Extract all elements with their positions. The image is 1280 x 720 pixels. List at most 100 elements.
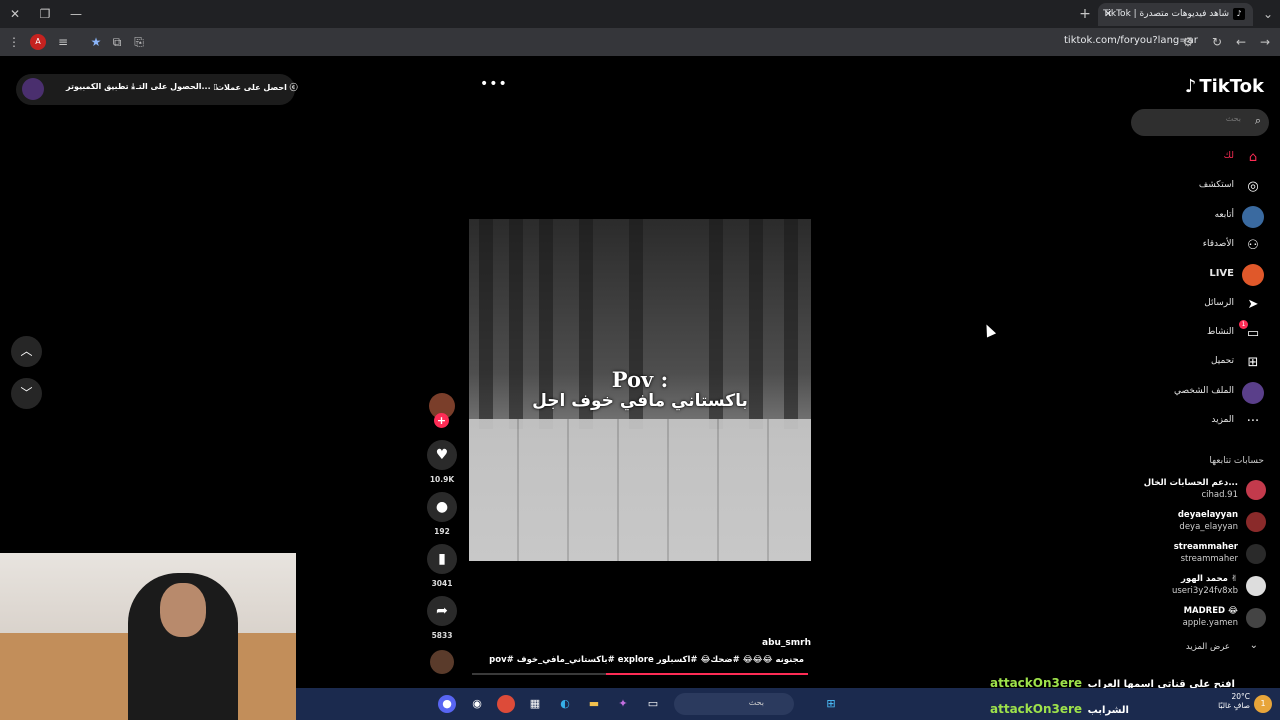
next-video-button[interactable]: ﹀ (11, 378, 42, 409)
messages-icon: ➤ (1247, 297, 1259, 312)
share-button[interactable]: ➦ 5833 (426, 596, 458, 640)
account-name: deyaelayyan (1177, 510, 1238, 520)
get-coins-button[interactable]: احصل على عملات ⓒ (216, 82, 298, 93)
chat-text: الشرابب (1087, 705, 1129, 716)
nav-label: النشاط (1206, 327, 1234, 337)
reload-icon[interactable]: ↻ (1208, 33, 1226, 51)
taskview-icon[interactable]: ▭ (644, 695, 662, 713)
home-icon: ⌂ (1248, 150, 1258, 165)
store-icon[interactable]: ▦ (526, 695, 544, 713)
close-window-icon[interactable]: ✕ (5, 4, 25, 24)
tab-search-icon[interactable]: ⌄ (1258, 4, 1278, 24)
site-settings-icon[interactable]: ⚙ (1179, 33, 1197, 51)
weather-condition: صافٍ غالبًا (1218, 701, 1250, 710)
search-input[interactable] (1141, 114, 1241, 123)
followed-account[interactable]: محمد الهور ✌ useri3y24fv8xb (1126, 572, 1266, 602)
nav-label: أتابعه (1214, 210, 1234, 220)
restore-window-icon[interactable]: ❐ (35, 4, 55, 24)
translate-icon[interactable]: ⧉ (108, 33, 126, 51)
nav-messages[interactable]: الرسائل ➤ (1124, 293, 1264, 317)
edge-icon[interactable]: ◐ (556, 695, 574, 713)
comment-icon: ● (427, 492, 457, 522)
new-tab-icon[interactable]: + (1075, 4, 1095, 24)
video-caption-subtitle: باكستاني مافي خوف اجل (532, 391, 748, 411)
address-bar[interactable]: tiktok.com/foryou?lang=ar (1064, 35, 1198, 46)
video-frame-floor (469, 419, 811, 561)
nav-live[interactable]: LIVE (1124, 263, 1264, 287)
back-icon[interactable]: ← (1232, 33, 1250, 51)
avatar (1246, 608, 1266, 628)
nav-more[interactable]: المزيد ··· (1124, 410, 1264, 434)
search-icon[interactable]: ⌕ (1255, 114, 1261, 128)
video-player[interactable]: Pov : باكستاني مافي خوف اجل (469, 219, 811, 561)
nav-label: الأصدقاء (1202, 239, 1234, 249)
nav-for-you[interactable]: لك ⌂ (1124, 146, 1264, 170)
nav-activity[interactable]: النشاط ▭ 1 (1124, 320, 1264, 346)
minimize-window-icon[interactable]: — (66, 4, 86, 24)
like-count: 10.9K (429, 475, 455, 484)
comment-button[interactable]: ● 192 (426, 492, 458, 536)
save-button[interactable]: ▮ 3041 (426, 544, 458, 588)
followed-account[interactable]: streammaher streammaher (1126, 540, 1266, 570)
user-avatar[interactable] (22, 78, 44, 100)
nav-friends[interactable]: الأصدقاء ⚇ (1124, 234, 1264, 258)
nav-following[interactable]: أتابعه (1124, 205, 1264, 229)
music-disc-avatar[interactable] (430, 650, 454, 674)
tiktok-logo[interactable]: ♪ TikTok (1185, 76, 1264, 97)
upload-icon: ⊞ (1247, 355, 1259, 370)
get-app-button[interactable]: الحصول على التـ... ▯ (136, 82, 218, 91)
nav-profile[interactable]: الملف الشخصي (1124, 381, 1264, 405)
windows-start-icon[interactable]: ⊞ (822, 695, 840, 713)
file-explorer-icon[interactable]: ▬ (585, 695, 603, 713)
previous-video-button[interactable]: ︿ (11, 336, 42, 367)
copilot-icon[interactable]: ✦ (614, 695, 632, 713)
taskbar-search-label: بحث (748, 698, 764, 707)
desktop-app-button[interactable]: تطبيق الكمبيوتر ⤓ (66, 82, 135, 92)
account-handle: useri3y24fv8xb (1171, 586, 1238, 596)
video-progress-bar[interactable] (472, 673, 808, 675)
get-app-label: الحصول على التـ... (136, 82, 211, 91)
tiktok-favicon-icon: ♪ (1233, 8, 1245, 20)
video-caption-title: Pov : (611, 367, 669, 392)
chat-message: attackOn3ere افتح على قناتي اسمها العراب (990, 672, 1235, 690)
account-handle: apple.yamen (1182, 618, 1238, 628)
chevron-down-icon: ⌄ (1249, 640, 1258, 651)
menu-icon[interactable]: ⋮ (5, 33, 23, 51)
followed-account[interactable]: دعم الحسابات الخال... cihad.91 (1126, 476, 1266, 506)
search-box[interactable]: ⌕ (1131, 109, 1269, 136)
chrome-icon[interactable] (497, 695, 515, 713)
profile-avatar[interactable]: A (30, 34, 46, 50)
follow-plus-icon[interactable]: + (434, 413, 449, 428)
more-options-icon[interactable]: ••• (480, 76, 508, 92)
share-icon: ➦ (427, 596, 457, 626)
taskbar-search[interactable]: بحث (674, 693, 794, 715)
windows-taskbar: ● ◉ ▦ ◐ ▬ ✦ ▭ بحث ⊞ attackOn3ere الشرابب… (296, 688, 1280, 720)
nav-label: الملف الشخصي (1174, 386, 1234, 396)
followed-account[interactable]: deyaelayyan deya_elayyan (1126, 508, 1266, 538)
forward-icon[interactable]: → (1256, 33, 1274, 51)
nav-upload[interactable]: تحميل ⊞ (1124, 351, 1264, 375)
install-app-icon[interactable]: ⎘ (130, 33, 148, 51)
obs-icon[interactable]: ◉ (468, 695, 486, 713)
browser-tab[interactable]: ✕ شاهد فيديوهات متصدرة | TikTok ♪ (1098, 3, 1253, 26)
more-icon: ··· (1246, 414, 1260, 429)
see-more-button[interactable]: عرض المزيد ⌄ (1124, 640, 1264, 656)
chat-username: attackOn3ere (990, 702, 1083, 716)
nav-label: استكشف (1198, 180, 1234, 190)
followed-account[interactable]: MADRED 😂 apple.yamen (1126, 604, 1266, 634)
account-handle: cihad.91 (1201, 490, 1238, 500)
tab-title: شاهد فيديوهات متصدرة | TikTok (1103, 9, 1229, 19)
share-count: 5833 (431, 631, 453, 640)
bookmark-star-icon[interactable]: ★ (87, 33, 105, 51)
like-button[interactable]: ♥ 10.9K (426, 440, 458, 484)
nav-explore[interactable]: استكشف ◎ (1124, 175, 1264, 199)
video-description: مجنونه 😂😂😂 #ضحك😂 #اكسبلور explore #باكست… (489, 655, 804, 665)
video-author[interactable]: abu_smrh (762, 638, 811, 648)
avatar (1246, 512, 1266, 532)
reading-list-icon[interactable]: ≡ (54, 33, 72, 51)
tiktok-note-icon: ♪ (1184, 76, 1197, 97)
logo-text: TikTok (1199, 76, 1264, 97)
weather-widget[interactable]: 20°C صافٍ غالبًا (1212, 692, 1250, 710)
compass-icon: ◎ (1247, 179, 1259, 194)
discord-icon[interactable]: ● (438, 695, 456, 713)
